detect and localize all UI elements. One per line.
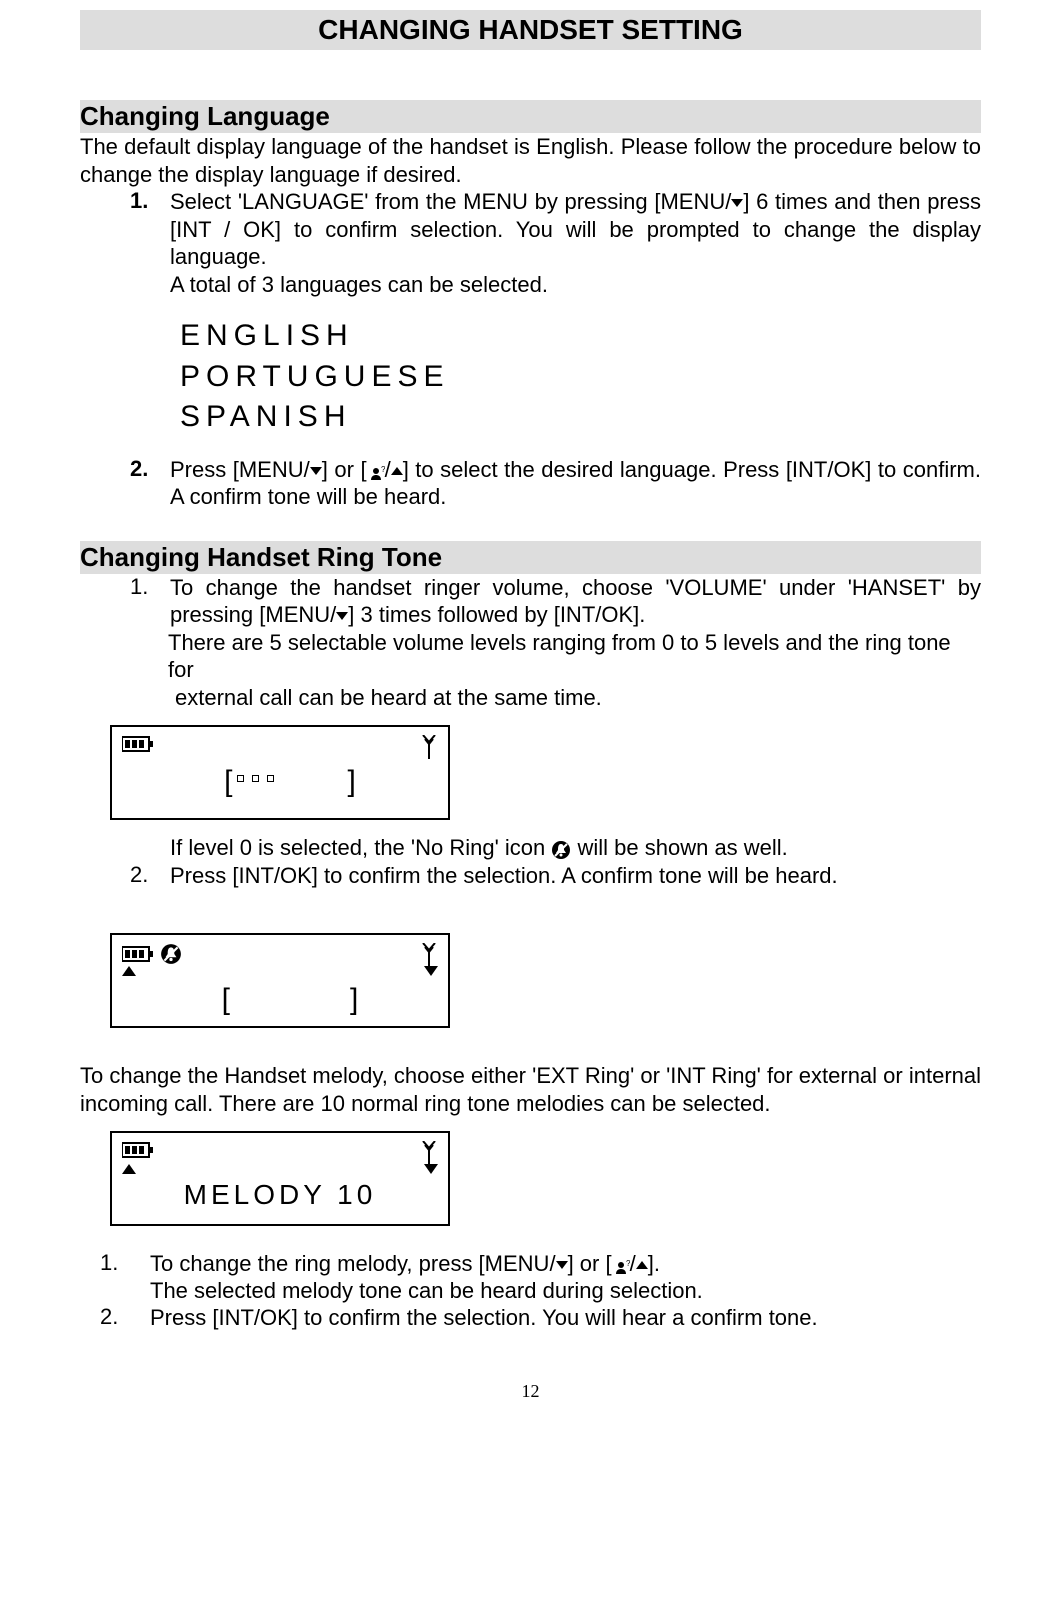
page-number: 12 xyxy=(80,1381,981,1402)
melody-step-1-cont: The selected melody tone can be heard du… xyxy=(80,1278,981,1304)
step-number: 1. xyxy=(100,1250,150,1278)
ringtone-step-1: 1. To change the handset ringer volume, … xyxy=(80,574,981,629)
step-body: Press [MENU/] or [?/] to select the desi… xyxy=(170,456,981,511)
language-option-english: ENGLISH xyxy=(180,316,981,357)
step-body: Press [INT/OK] to confirm the selection.… xyxy=(150,1304,981,1332)
down-arrow-icon xyxy=(424,1164,438,1174)
language-intro: The default display language of the hand… xyxy=(80,133,981,188)
step-body: To change the ring melody, press [MENU/]… xyxy=(150,1250,981,1278)
step-body: Select 'LANGUAGE' from the MENU by press… xyxy=(170,188,981,271)
no-ring-icon xyxy=(160,943,182,965)
step-body: To change the handset ringer volume, cho… xyxy=(170,574,981,629)
volume-bar-empty: [ ] xyxy=(122,983,438,1017)
down-arrow-icon xyxy=(731,199,743,207)
down-arrow-icon xyxy=(310,467,322,475)
text: ]. xyxy=(648,1251,660,1276)
ringtone-step-2: 2. Press [INT/OK] to confirm the selecti… xyxy=(80,862,981,890)
no-ring-icon xyxy=(551,839,571,859)
step-number: 1. xyxy=(130,574,170,629)
melody-intro: To change the Handset melody, choose eit… xyxy=(80,1062,981,1117)
phonebook-icon: ? xyxy=(612,1256,630,1274)
step-body: Press [INT/OK] to confirm the selection.… xyxy=(170,862,981,890)
melody-step-2: 2. Press [INT/OK] to confirm the selecti… xyxy=(80,1304,981,1332)
lcd-display-volume: [ ] xyxy=(110,725,450,820)
section-heading-ringtone: Changing Handset Ring Tone xyxy=(80,541,981,574)
step-number: 2. xyxy=(100,1304,150,1332)
language-option-spanish: SPANISH xyxy=(180,397,981,438)
text: Press [MENU/ xyxy=(170,457,310,482)
melody-step-1: 1. To change the ring melody, press [MEN… xyxy=(80,1250,981,1278)
text: If level 0 is selected, the 'No Ring' ic… xyxy=(170,835,551,860)
text: will be shown as well. xyxy=(571,835,787,860)
section-heading-language: Changing Language xyxy=(80,100,981,133)
language-step-2: 2. Press [MENU/] or [?/] to select the d… xyxy=(80,456,981,511)
down-arrow-icon xyxy=(556,1261,568,1269)
lcd-display-noring: [ ] xyxy=(110,933,450,1028)
up-arrow-icon xyxy=(391,467,403,475)
battery-icon xyxy=(122,945,154,963)
step-number: 2. xyxy=(130,862,170,890)
lcd-display-melody: MELODY 10 xyxy=(110,1131,450,1226)
down-arrow-icon xyxy=(336,612,348,620)
volume-dot xyxy=(267,775,274,782)
battery-icon xyxy=(122,735,154,753)
step-number: 1. xyxy=(130,188,170,271)
language-step-1: 1. Select 'LANGUAGE' from the MENU by pr… xyxy=(80,188,981,271)
text: To change the ring melody, press [MENU/ xyxy=(150,1251,556,1276)
no-ring-note: If level 0 is selected, the 'No Ring' ic… xyxy=(80,834,981,862)
volume-dot xyxy=(237,775,244,782)
volume-bar: [ ] xyxy=(122,765,438,799)
manual-page: CHANGING HANDSET SETTING Changing Langua… xyxy=(0,0,1061,1442)
language-options: ENGLISH PORTUGUESE SPANISH xyxy=(80,316,981,438)
melody-text: MELODY 10 xyxy=(122,1179,438,1211)
text: ] or [ xyxy=(568,1251,612,1276)
phonebook-icon: ? xyxy=(367,462,385,480)
text: Select 'LANGUAGE' from the MENU by press… xyxy=(170,189,731,214)
page-title: CHANGING HANDSET SETTING xyxy=(80,10,981,50)
signal-icon xyxy=(420,735,438,759)
ringtone-step-1-cont2: external call can be heard at the same t… xyxy=(80,684,981,712)
up-arrow-icon xyxy=(122,966,136,976)
text: ] 3 times followed by [INT/OK]. xyxy=(348,602,645,627)
signal-icon xyxy=(420,1141,438,1165)
language-step-1-cont: A total of 3 languages can be selected. xyxy=(80,271,981,299)
ringtone-step-1-cont1: There are 5 selectable volume levels ran… xyxy=(80,629,981,684)
signal-icon xyxy=(420,943,438,967)
up-arrow-icon xyxy=(636,1261,648,1269)
language-option-portuguese: PORTUGUESE xyxy=(180,357,981,398)
text: ] or [ xyxy=(322,457,367,482)
battery-icon xyxy=(122,1141,154,1159)
step-number: 2. xyxy=(130,456,170,511)
volume-dot xyxy=(252,775,259,782)
down-arrow-icon xyxy=(424,966,438,976)
up-arrow-icon xyxy=(122,1164,136,1174)
